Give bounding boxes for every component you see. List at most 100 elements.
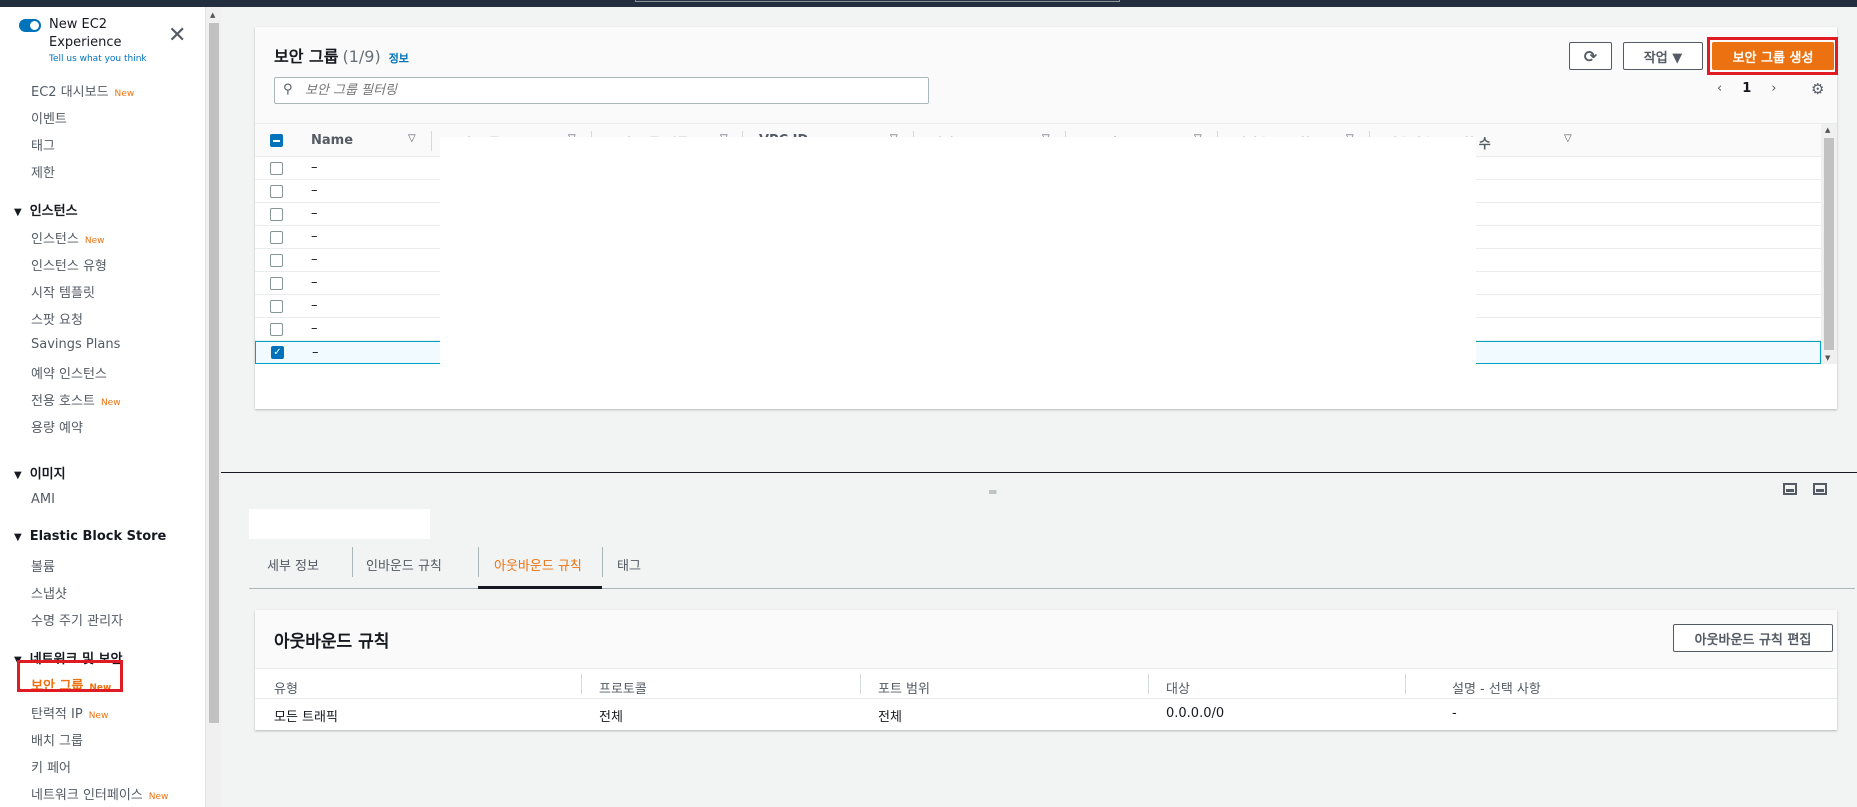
table-scrollbar[interactable]: ▲ ▼ bbox=[1821, 124, 1837, 364]
feedback-link[interactable]: Tell us what you think bbox=[49, 54, 159, 64]
row-name: – bbox=[311, 183, 318, 198]
split-panel-divider[interactable] bbox=[221, 472, 1857, 473]
row-name: – bbox=[311, 206, 318, 221]
rule-column-type: 유형 bbox=[274, 682, 298, 697]
column-divider bbox=[581, 674, 582, 694]
tab-divider bbox=[352, 547, 353, 577]
info-link[interactable]: 정보 bbox=[389, 52, 409, 65]
refresh-icon: ⟳ bbox=[1583, 46, 1598, 66]
sidebar-item-ami[interactable]: AMI bbox=[31, 492, 55, 507]
sidebar-item-savings-plans[interactable]: Savings Plans bbox=[31, 337, 120, 352]
tab-inbound-rules[interactable]: 인바운드 규칙 bbox=[366, 555, 442, 574]
actions-button[interactable]: 작업 ▼ bbox=[1623, 42, 1703, 70]
gear-icon[interactable]: ⚙ bbox=[1811, 80, 1824, 98]
split-side-icon[interactable] bbox=[1813, 483, 1827, 495]
sort-icon[interactable]: ▽ bbox=[1564, 133, 1572, 144]
rule-cell-destination: 0.0.0.0/0 bbox=[1166, 706, 1225, 721]
main-content: 보안 그룹(1/9)정보 ⟳ 작업 ▼ 보안 그룹 생성 ⚲ ‹ 1 › ⚙ N… bbox=[221, 7, 1857, 807]
rule-column-description: 설명 - 선택 사항 bbox=[1452, 682, 1541, 697]
row-checkbox[interactable] bbox=[270, 300, 283, 313]
rule-column-port-range: 포트 범위 bbox=[878, 682, 930, 697]
row-checkbox[interactable] bbox=[270, 162, 283, 175]
search-icon: ⚲ bbox=[283, 82, 293, 97]
row-checkbox[interactable] bbox=[270, 185, 283, 198]
row-name: – bbox=[311, 321, 318, 336]
column-divider bbox=[431, 131, 432, 151]
close-icon[interactable]: ✕ bbox=[168, 25, 186, 47]
tab-outbound-rules[interactable]: 아웃바운드 규칙 bbox=[494, 555, 582, 574]
sidebar-item-volumes[interactable]: 볼륨 bbox=[31, 556, 55, 575]
caret-down-icon: ▼ bbox=[14, 207, 22, 218]
row-name: – bbox=[311, 298, 318, 313]
row-checkbox[interactable] bbox=[270, 277, 283, 290]
tab-details[interactable]: 세부 정보 bbox=[267, 555, 319, 574]
sidebar-item-elastic-ips[interactable]: 탄력적 IP New bbox=[31, 703, 108, 722]
row-checkbox-checked[interactable]: ✓ bbox=[271, 346, 284, 359]
tab-tags[interactable]: 태그 bbox=[617, 555, 641, 574]
sidebar-item-capacity-reservations[interactable]: 용량 예약 bbox=[31, 417, 83, 436]
caret-down-icon: ▼ bbox=[14, 470, 22, 481]
sidebar-item-instance-types[interactable]: 인스턴스 유형 bbox=[31, 255, 107, 274]
sidebar-item-spot-requests[interactable]: 스팟 요청 bbox=[31, 309, 83, 328]
row-name: – bbox=[311, 160, 318, 175]
rules-header: 아웃바운드 규칙 아웃바운드 규칙 편집 bbox=[255, 610, 1837, 669]
global-search-stub[interactable] bbox=[635, 0, 1120, 2]
row-checkbox[interactable] bbox=[270, 323, 283, 336]
highlight-box-security-groups bbox=[17, 660, 123, 692]
sidebar-item-placement-groups[interactable]: 배치 그룹 bbox=[31, 730, 83, 749]
sidebar-section-instances[interactable]: ▼ 인스턴스 bbox=[14, 200, 78, 219]
sidebar-item-lifecycle-manager[interactable]: 수명 주기 관리자 bbox=[31, 610, 123, 629]
column-divider bbox=[1405, 674, 1406, 694]
page-title: 보안 그룹 (1/9) 정보 bbox=[274, 47, 409, 66]
selection-count: (1/9) bbox=[342, 47, 381, 66]
sidebar-item-snapshots[interactable]: 스냅샷 bbox=[31, 583, 67, 602]
new-experience-title-2: Experience bbox=[49, 35, 122, 50]
tab-divider bbox=[602, 547, 603, 577]
sidebar-section-ebs[interactable]: ▼ Elastic Block Store bbox=[14, 529, 166, 544]
row-name: – bbox=[311, 275, 318, 290]
rule-row-divider bbox=[255, 698, 1837, 699]
sidebar-item-tags[interactable]: 태그 bbox=[31, 135, 55, 154]
rules-title: 아웃바운드 규칙 bbox=[274, 632, 390, 652]
new-experience-toggle[interactable] bbox=[19, 19, 41, 32]
pagination: ‹ 1 › bbox=[1717, 81, 1776, 96]
sidebar-scrollbar[interactable]: ▲ bbox=[205, 7, 221, 807]
sidebar-item-network-interfaces[interactable]: 네트워크 인터페이스 New bbox=[31, 784, 168, 803]
sidebar-item-limits[interactable]: 제한 bbox=[31, 162, 55, 181]
sidebar-item-dedicated-hosts[interactable]: 전용 호스트 New bbox=[31, 390, 121, 409]
detail-tabs: 세부 정보 인바운드 규칙 아웃바운드 규칙 태그 bbox=[249, 539, 1855, 589]
row-checkbox[interactable] bbox=[270, 254, 283, 267]
row-checkbox[interactable] bbox=[270, 231, 283, 244]
rule-cell-protocol: 전체 bbox=[599, 710, 623, 725]
current-page[interactable]: 1 bbox=[1742, 81, 1751, 96]
sort-icon[interactable]: ▽ bbox=[408, 133, 416, 144]
sidebar-item-events[interactable]: 이벤트 bbox=[31, 108, 67, 127]
select-all-checkbox[interactable] bbox=[270, 134, 283, 147]
sidebar-item-ec2-dashboard[interactable]: EC2 대시보드 New bbox=[31, 81, 134, 100]
prev-page-icon[interactable]: ‹ bbox=[1717, 81, 1722, 96]
row-name: – bbox=[312, 345, 319, 360]
filter-input[interactable] bbox=[305, 81, 905, 100]
new-experience-toggle-area: New EC2 Experience Tell us what you thin… bbox=[19, 16, 159, 64]
refresh-button[interactable]: ⟳ bbox=[1569, 42, 1612, 70]
sidebar-item-launch-templates[interactable]: 시작 템플릿 bbox=[31, 282, 95, 301]
row-checkbox[interactable] bbox=[270, 208, 283, 221]
column-divider bbox=[1148, 674, 1149, 694]
resize-handle-icon[interactable]: ═ bbox=[989, 485, 996, 499]
sidebar-item-reserved-instances[interactable]: 예약 인스턴스 bbox=[31, 363, 107, 382]
rule-cell-type: 모든 트래픽 bbox=[274, 710, 338, 725]
rule-column-protocol: 프로토콜 bbox=[599, 682, 647, 697]
highlight-box-create-button bbox=[1707, 37, 1838, 75]
edit-outbound-rules-button[interactable]: 아웃바운드 규칙 편집 bbox=[1673, 624, 1833, 652]
row-name: – bbox=[311, 252, 318, 267]
sidebar-item-key-pairs[interactable]: 키 페어 bbox=[31, 757, 71, 776]
security-groups-panel: 보안 그룹(1/9)정보 ⟳ 작업 ▼ 보안 그룹 생성 ⚲ ‹ 1 › ⚙ N… bbox=[255, 27, 1838, 409]
redacted-area bbox=[440, 137, 1476, 373]
rule-cell-description: - bbox=[1452, 706, 1457, 721]
next-page-icon[interactable]: › bbox=[1771, 81, 1776, 96]
tab-divider bbox=[478, 547, 479, 577]
column-header-name[interactable]: Name bbox=[311, 133, 353, 148]
sidebar-item-instances[interactable]: 인스턴스 New bbox=[31, 228, 104, 247]
sidebar-section-images[interactable]: ▼ 이미지 bbox=[14, 463, 66, 482]
split-bottom-icon[interactable] bbox=[1783, 483, 1797, 495]
